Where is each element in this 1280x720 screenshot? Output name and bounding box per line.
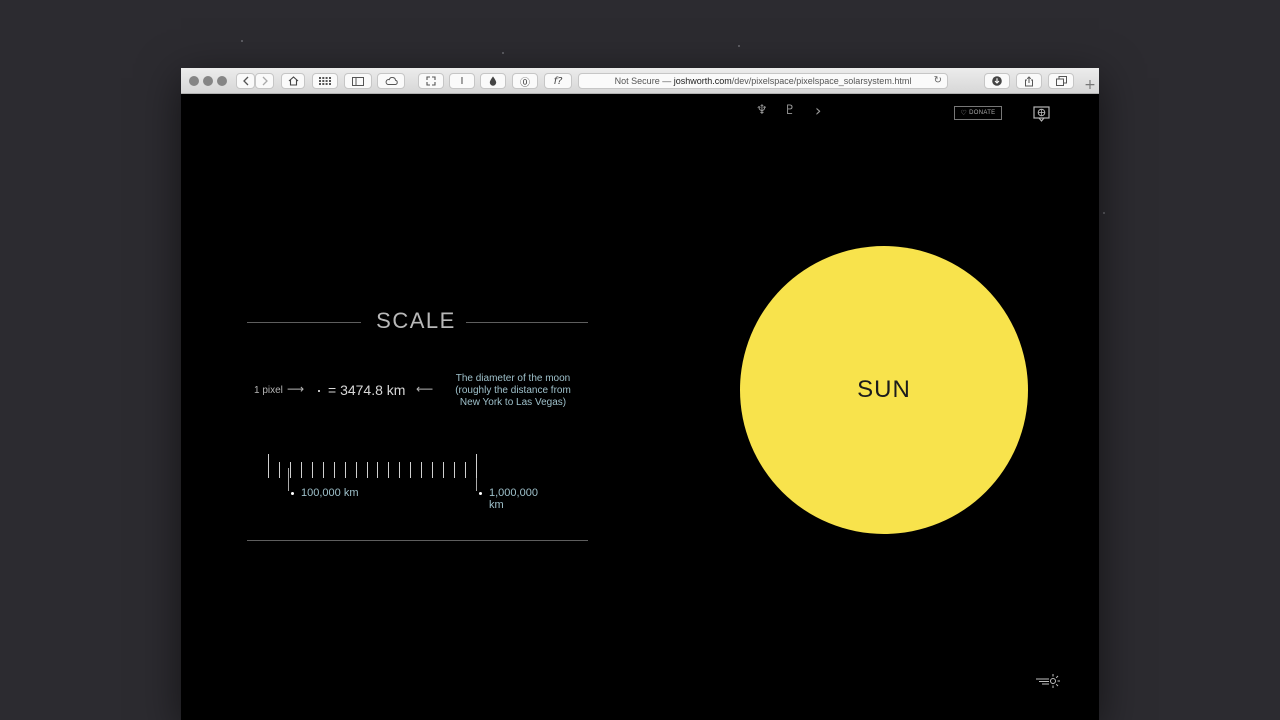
sun-label: SUN — [857, 376, 911, 403]
extension-button[interactable] — [480, 73, 506, 89]
ruler-tick — [323, 462, 324, 478]
scale-rule-bottom — [247, 540, 588, 541]
ruler-tick — [388, 462, 389, 478]
comet-icon[interactable] — [1035, 673, 1061, 689]
top-sites-button[interactable] — [312, 73, 338, 89]
ruler-tick — [301, 462, 302, 478]
format-glyph: f? — [553, 75, 563, 87]
scale-title: SCALE — [376, 308, 456, 333]
arrow-left-icon: ⟵ — [416, 382, 434, 396]
reader-button[interactable]: I — [449, 73, 475, 89]
small-marker-dot — [291, 492, 294, 495]
ruler-label-large: 1,000,000 km — [489, 487, 538, 511]
ruler-tick — [279, 462, 280, 478]
ruler-tick — [312, 462, 313, 478]
background-star — [1103, 212, 1105, 214]
sidebar-button[interactable] — [344, 73, 372, 89]
ruler-tick — [410, 462, 411, 478]
ruler-tick — [345, 462, 346, 478]
ruler-tick — [290, 462, 291, 478]
scale-rule-left — [247, 322, 361, 323]
icloud-tabs-button[interactable] — [377, 73, 405, 89]
home-icon — [288, 76, 298, 86]
background-star — [738, 45, 740, 47]
small-leader-line — [288, 468, 289, 491]
ruler-tick — [454, 462, 455, 478]
ruler-tick — [367, 462, 368, 478]
ruler-tick — [377, 462, 378, 478]
language-icon[interactable] — [1033, 106, 1050, 122]
moon-note-line: New York to Las Vegas) — [459, 397, 567, 408]
ruler-tick — [356, 462, 357, 478]
moon-note-line: The diameter of the moon — [455, 373, 571, 384]
ruler-tick — [432, 462, 433, 478]
chevron-left-icon — [242, 76, 248, 86]
format-button[interactable]: f? — [544, 73, 572, 89]
share-icon — [1025, 75, 1033, 86]
address-host: joshworth.com — [673, 76, 732, 86]
distance-ruler: 100,000 km 1,000,000 km — [267, 454, 538, 511]
ruler-end-tick — [268, 454, 269, 478]
reload-icon[interactable]: ↻ — [934, 74, 942, 88]
large-leader-line — [476, 478, 477, 491]
ruler-tick — [421, 462, 422, 478]
minimize-window-button[interactable] — [203, 76, 213, 86]
forward-button[interactable] — [255, 73, 274, 89]
background-star — [241, 40, 243, 42]
tabs-icon — [1055, 76, 1067, 86]
next-arrow-icon[interactable]: › — [815, 101, 821, 120]
ruler-end-tick — [476, 454, 477, 478]
sun-disc: SUN — [740, 246, 1028, 534]
donate-label: DONATE — [969, 110, 996, 116]
downloads-button[interactable] — [984, 73, 1010, 89]
reader-glyph: I — [460, 75, 464, 87]
share-button[interactable] — [1016, 73, 1042, 89]
background-star — [502, 52, 504, 54]
password-button[interactable]: ⓪ — [512, 73, 538, 89]
new-tab-button[interactable]: + — [1081, 76, 1099, 94]
pixel-label: 1 pixel — [254, 385, 283, 396]
heart-icon: ♡ — [960, 109, 968, 117]
arrow-right-icon: ⟶ — [287, 382, 305, 396]
zoom-window-button[interactable] — [217, 76, 227, 86]
address-path: /dev/pixelspace/pixelspace_solarsystem.h… — [731, 76, 912, 86]
ruler-tick — [334, 462, 335, 478]
fullscreen-button[interactable] — [418, 73, 444, 89]
back-button[interactable] — [236, 73, 255, 89]
ruler-label-small: 100,000 km — [301, 487, 359, 499]
pluto-nav-icon[interactable]: ♇ — [784, 103, 796, 118]
scale-rule-right — [466, 322, 588, 323]
cloud-icon — [385, 77, 398, 85]
neptune-nav-icon[interactable]: ♆ — [756, 103, 768, 118]
close-window-button[interactable] — [189, 76, 199, 86]
sidebar-icon — [352, 76, 364, 86]
expand-icon — [426, 76, 436, 86]
one-pixel-dot — [318, 390, 320, 392]
grid-icon — [319, 77, 331, 85]
chevron-right-icon — [262, 76, 268, 86]
donate-button[interactable]: ♡ DONATE — [954, 106, 1002, 120]
moon-note: The diameter of the moon (roughly the di… — [443, 373, 583, 409]
large-marker-dot — [479, 492, 482, 495]
ruler-tick — [443, 462, 444, 478]
ruler-tick — [465, 462, 466, 478]
browser-toolbar: I ⓪ f? Not Secure — joshworth.com/dev/pi… — [181, 68, 1099, 94]
address-prefix: Not Secure — — [614, 76, 674, 86]
moon-note-line: (roughly the distance from — [455, 385, 571, 396]
address-bar[interactable]: Not Secure — joshworth.com/dev/pixelspac… — [578, 73, 948, 89]
download-icon — [992, 76, 1002, 86]
password-glyph: ⓪ — [520, 77, 530, 89]
tab-overview-button[interactable] — [1048, 73, 1074, 89]
solar-system-page: ♆ ♇ › ♡ DONATE SCALE 1 pixel ⟶ = 3474.8 … — [181, 94, 1099, 720]
browser-window: I ⓪ f? Not Secure — joshworth.com/dev/pi… — [181, 68, 1099, 720]
drop-icon — [489, 76, 497, 86]
home-button[interactable] — [281, 73, 305, 89]
ruler-tick — [399, 462, 400, 478]
pixel-km-value: = 3474.8 km — [328, 382, 406, 398]
